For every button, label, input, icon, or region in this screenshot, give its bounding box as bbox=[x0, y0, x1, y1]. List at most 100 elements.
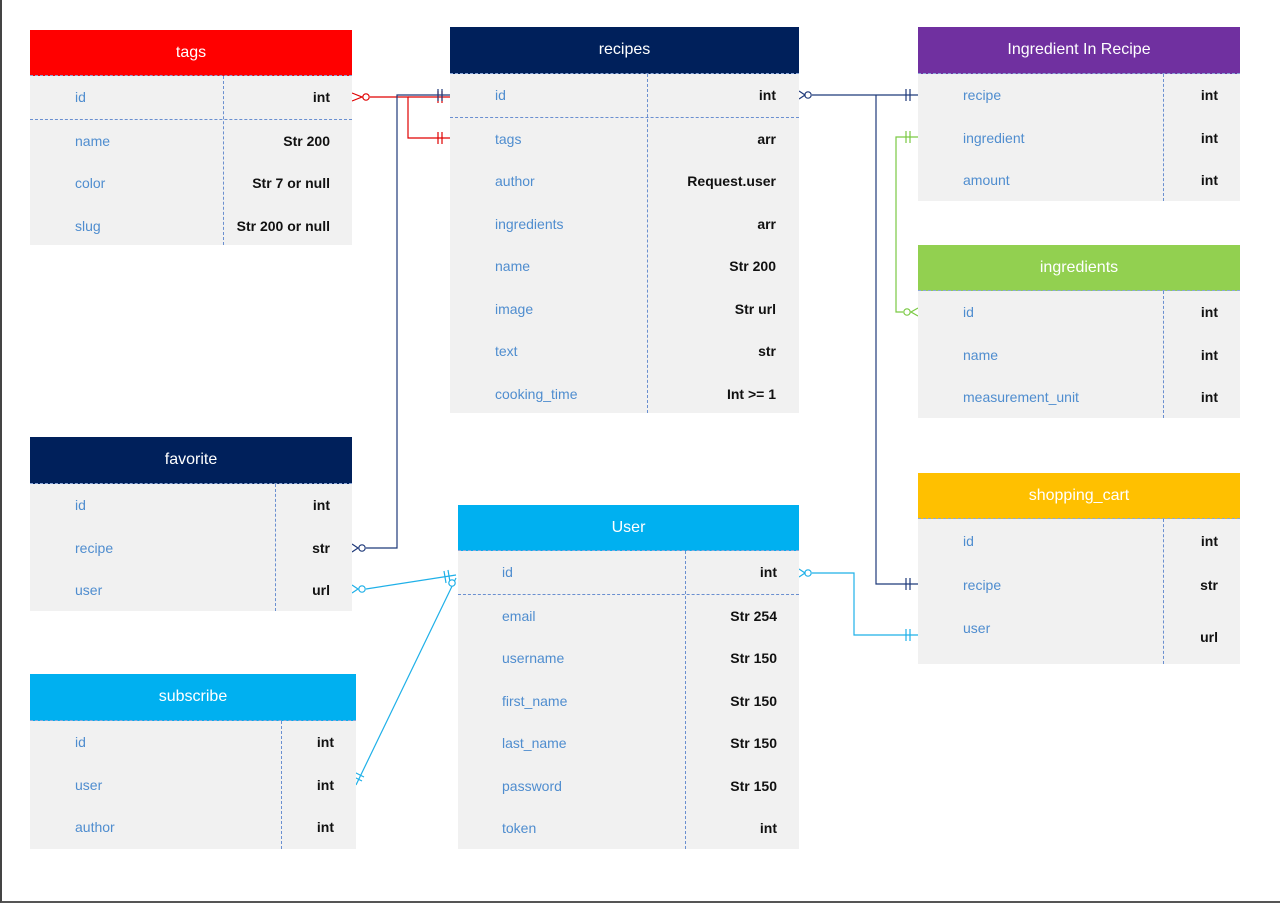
field-type: Str 200 or null bbox=[236, 217, 330, 234]
field-name: author bbox=[75, 819, 115, 836]
tags-recipes-connector bbox=[351, 91, 450, 144]
field-type: int bbox=[1200, 389, 1218, 406]
field-type: Str 150 bbox=[730, 777, 777, 794]
table-row: recipe str bbox=[30, 527, 352, 570]
ingredient-in-recipe-table-header: Ingredient In Recipe bbox=[918, 27, 1240, 74]
table-row: id int bbox=[450, 74, 799, 118]
field-name: id bbox=[75, 89, 86, 106]
field-name: username bbox=[502, 650, 565, 667]
field-type: int bbox=[312, 89, 330, 106]
table-row: last_name Str 150 bbox=[458, 722, 799, 765]
table-row: token int bbox=[458, 807, 799, 850]
field-name: id bbox=[502, 564, 513, 581]
table-row: id int bbox=[30, 76, 352, 120]
table-row: ingredient int bbox=[918, 117, 1240, 160]
field-type: int bbox=[1200, 346, 1218, 363]
field-name: id bbox=[963, 304, 974, 321]
field-name: tags bbox=[495, 130, 522, 147]
field-name: recipe bbox=[75, 539, 114, 556]
field-type: int bbox=[1200, 533, 1218, 549]
table-row: user url bbox=[918, 606, 1240, 664]
table-row: color Str 7 or null bbox=[30, 162, 352, 205]
field-name: amount bbox=[963, 172, 1010, 189]
field-type: int bbox=[316, 819, 334, 836]
field-name: first_name bbox=[502, 692, 568, 709]
ingredient-link-connector bbox=[895, 131, 919, 317]
field-type: Request.user bbox=[687, 173, 776, 190]
table-row: id int bbox=[458, 551, 799, 595]
user-table-header: User bbox=[458, 505, 799, 551]
recipes-table: recipes id int tags arr author Request.user… bbox=[450, 27, 799, 413]
ingredient-in-recipe-table: Ingredient In Recipe recipe int ingredien… bbox=[918, 27, 1240, 201]
favorite-table-header: favorite bbox=[30, 437, 352, 484]
field-name: name bbox=[963, 346, 999, 363]
field-name: recipe bbox=[963, 87, 1002, 104]
field-name: id bbox=[495, 87, 506, 104]
field-type: Str 200 bbox=[729, 258, 776, 275]
table-row: recipe str bbox=[918, 563, 1240, 606]
field-type: arr bbox=[757, 130, 776, 147]
table-row: author Request.user bbox=[450, 160, 799, 203]
favorite-table: favorite id int recipe str user url bbox=[30, 437, 352, 611]
field-type: Str 254 bbox=[730, 607, 777, 624]
table-row: password Str 150 bbox=[458, 765, 799, 808]
table-row: measurement_unit int bbox=[918, 376, 1240, 419]
subscribe-table: subscribe id int user int author int bbox=[30, 674, 356, 849]
table-row: amount int bbox=[918, 159, 1240, 202]
table-row: slug Str 200 or null bbox=[30, 205, 352, 248]
table-row: cooking_time Int >= 1 bbox=[450, 373, 799, 416]
field-type: str bbox=[758, 343, 776, 360]
table-row: ingredients arr bbox=[450, 203, 799, 246]
field-type: int bbox=[758, 87, 776, 104]
table-row: id int bbox=[918, 291, 1240, 334]
user-table: User id int email Str 254 username Str 150 … bbox=[458, 505, 799, 849]
field-type: arr bbox=[757, 215, 776, 232]
subscribe-table-header: subscribe bbox=[30, 674, 356, 721]
field-type: Str 150 bbox=[730, 735, 777, 752]
field-name: id bbox=[75, 497, 86, 514]
field-name: ingredients bbox=[495, 215, 564, 232]
table-row: user int bbox=[30, 764, 356, 807]
field-type: int bbox=[1200, 172, 1218, 189]
field-type: int bbox=[1200, 304, 1218, 321]
shopping-cart-table: shopping_cart id int recipe str user url bbox=[918, 473, 1240, 664]
field-name: author bbox=[495, 173, 535, 190]
field-name: recipe bbox=[963, 576, 1002, 593]
field-name: text bbox=[495, 343, 518, 360]
field-name: last_name bbox=[502, 735, 567, 752]
field-name: image bbox=[495, 300, 534, 317]
table-row: name int bbox=[918, 334, 1240, 377]
field-type: url bbox=[1200, 629, 1218, 645]
field-type: int bbox=[759, 564, 777, 581]
field-type: Int >= 1 bbox=[726, 385, 776, 402]
field-name: name bbox=[495, 258, 531, 275]
field-name: id bbox=[963, 533, 974, 549]
tags-table: tags id int name Str 200 color Str 7 or nul… bbox=[30, 30, 352, 245]
ingredients-table-header: ingredients bbox=[918, 245, 1240, 291]
table-row: tags arr bbox=[450, 118, 799, 161]
table-row: name Str 200 bbox=[450, 245, 799, 288]
table-row: id int bbox=[30, 721, 356, 764]
table-row: id int bbox=[918, 519, 1240, 563]
table-row: recipe int bbox=[918, 74, 1240, 117]
tags-table-header: tags bbox=[30, 30, 352, 76]
field-type: url bbox=[312, 582, 330, 599]
table-row: text str bbox=[450, 330, 799, 373]
table-row: id int bbox=[30, 484, 352, 527]
table-row: user url bbox=[30, 569, 352, 612]
table-row: email Str 254 bbox=[458, 595, 799, 638]
field-name: measurement_unit bbox=[963, 389, 1079, 406]
field-type: int bbox=[1200, 87, 1218, 104]
shopping-cart-table-header: shopping_cart bbox=[918, 473, 1240, 519]
table-row: first_name Str 150 bbox=[458, 680, 799, 723]
field-type: int bbox=[1200, 129, 1218, 146]
field-type: Str 7 or null bbox=[252, 175, 330, 192]
field-name: user bbox=[963, 620, 991, 636]
field-name: id bbox=[75, 734, 86, 751]
field-name: password bbox=[502, 777, 562, 794]
table-row: image Str url bbox=[450, 288, 799, 331]
field-type: int bbox=[759, 820, 777, 837]
field-type: int bbox=[316, 734, 334, 751]
recipes-table-header: recipes bbox=[450, 27, 799, 74]
ingredients-table: ingredients id int name int measurement_un… bbox=[918, 245, 1240, 418]
